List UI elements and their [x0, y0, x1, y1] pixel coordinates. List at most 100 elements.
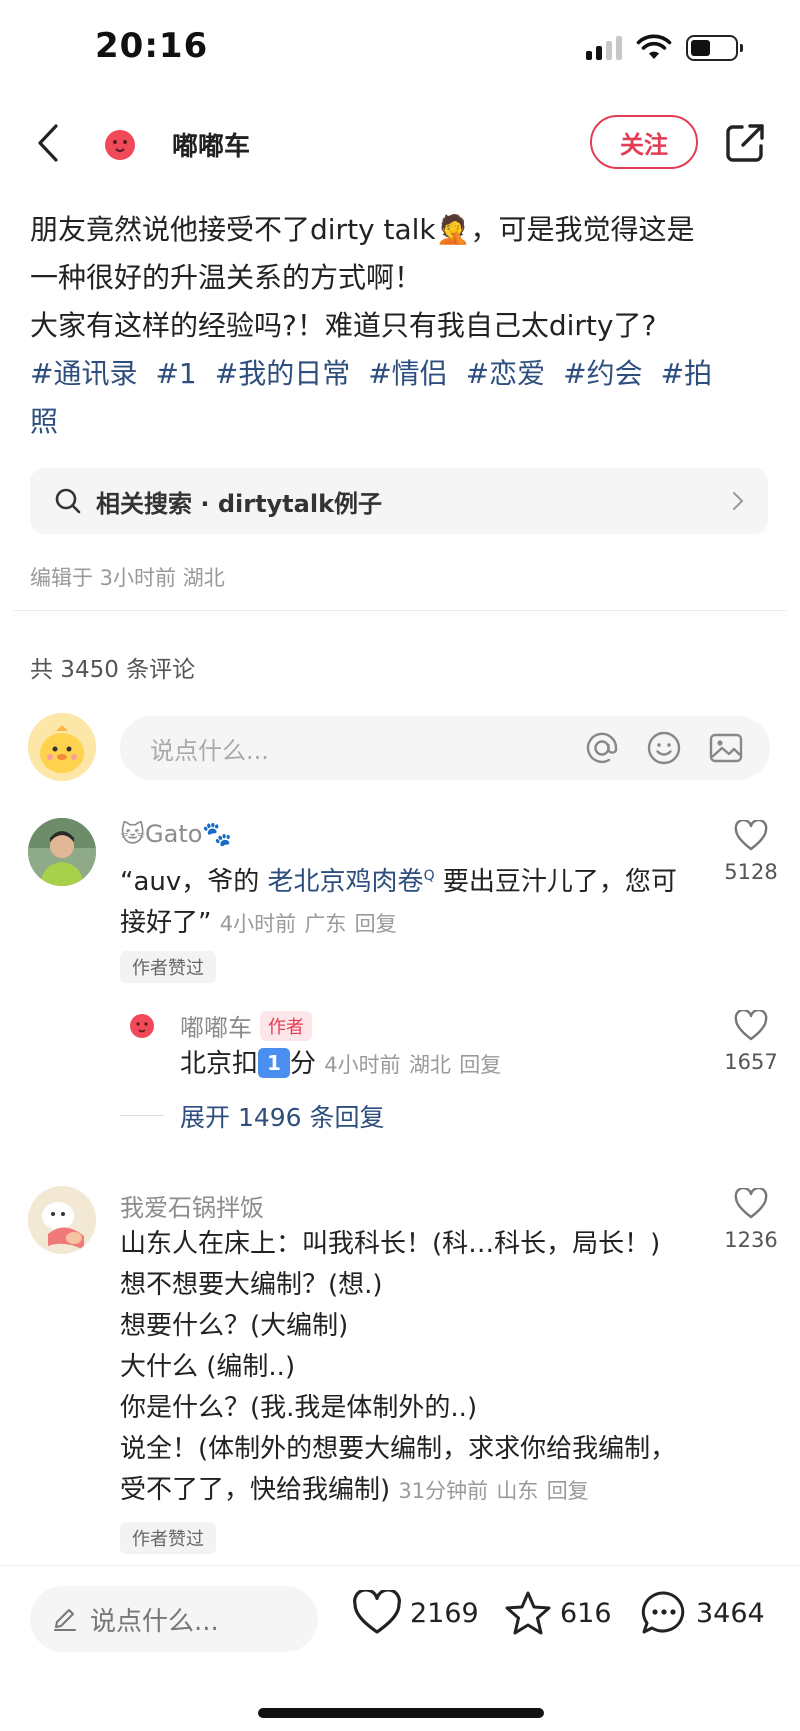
comment-text-part: 要出豆汁儿了，您可 [434, 867, 677, 897]
wifi-icon [636, 34, 672, 59]
comment-line: 大什么 (编制..) [120, 1352, 296, 1382]
reply-button[interactable]: 回复 [355, 912, 397, 936]
comment-location: 广东 [304, 912, 347, 936]
comment-line-last: 受不了了，快给我编制) 31分钟前 山东 回复 [120, 1470, 700, 1512]
comment-line: 说全！(体制外的想要大编制，求求你给我编制， [120, 1434, 677, 1464]
comment-like-button[interactable]: 5128 [716, 818, 786, 884]
dog-avatar-icon [28, 1186, 96, 1254]
reply-avatar[interactable] [122, 1005, 162, 1045]
author-liked-chip: 作者赞过 [120, 951, 216, 983]
number-badge: 1 [258, 1048, 291, 1078]
hashtag-link[interactable]: #恋爱 [466, 357, 545, 390]
favorite-count: 616 [560, 1597, 612, 1629]
chick-avatar-icon [28, 713, 96, 781]
comment-line: 想不想要大编制？(想.) [120, 1270, 383, 1300]
comment-total: 3464 [696, 1597, 765, 1629]
comment-line: 想要什么？(大编制) [120, 1311, 349, 1341]
hashtag-link[interactable]: #拍 [661, 357, 712, 390]
reply-author-name[interactable]: 嘟嘟车 [180, 1014, 252, 1042]
post-text-line: 大家有这样的经验吗?！难道只有我自己太dirty了? [30, 309, 657, 342]
pencil-icon [54, 1609, 76, 1631]
author-avatar[interactable] [100, 124, 140, 164]
reply-time: 4小时前 [324, 1053, 401, 1077]
commenter-avatar[interactable] [28, 818, 96, 886]
comment-count: 共 3450 条评论 [30, 657, 196, 683]
image-icon[interactable] [706, 728, 746, 768]
comment-input[interactable]: 说点什么... [120, 716, 770, 780]
comment-like-count: 5128 [724, 860, 778, 884]
battery-icon [686, 35, 743, 61]
comment-text-part: 接好了” [120, 908, 212, 938]
reply-text-part: 分 [290, 1049, 317, 1079]
hashtag-link[interactable]: #约会 [563, 357, 642, 390]
comment-input-tools [582, 728, 746, 768]
status-icons [586, 34, 743, 62]
comment-like-button[interactable]: 1236 [716, 1186, 786, 1252]
chat-bubble-icon [641, 1591, 685, 1634]
hashtag-link-wrap[interactable]: 照 [30, 405, 58, 438]
comment-text: 山东人在床上：叫我科长！(科…科长，局长！) 想不想要大编制？(想.) 想要什么… [120, 1224, 700, 1512]
edit-meta: 编辑于 3小时前 湖北 [30, 566, 225, 590]
reply-like-button[interactable]: 1657 [716, 1008, 786, 1074]
reply-text-part: 北京扣 [180, 1049, 259, 1079]
like-count: 2169 [410, 1597, 479, 1629]
expand-replies-button[interactable]: 展开 1496 条回复 [180, 1098, 385, 1134]
comment-link[interactable]: 老北京鸡肉卷 [268, 867, 424, 897]
heart-icon [353, 1590, 401, 1634]
author-name[interactable]: 嘟嘟车 [172, 126, 250, 163]
chevron-left-icon [38, 124, 58, 162]
post-body: 朋友竟然说他接受不了dirty talk🤦，可是我觉得这是 一种很好的升温关系的… [30, 206, 770, 446]
chevron-right-icon [733, 492, 744, 510]
reply-like-count: 1657 [724, 1050, 778, 1074]
hashtag-link[interactable]: #1 [155, 357, 196, 390]
star-icon [505, 1591, 551, 1635]
commenter-name[interactable]: 🐱Gato🐾 [120, 820, 232, 848]
comment-location: 山东 [496, 1479, 539, 1503]
avatar-face-icon [130, 1014, 154, 1038]
search-icon [55, 488, 81, 514]
reply-button[interactable]: 回复 [459, 1053, 501, 1077]
like-button[interactable]: 2169 [352, 1590, 479, 1636]
person-photo-icon [28, 818, 96, 886]
avatar-face-icon [105, 130, 135, 160]
expand-divider [120, 1115, 164, 1116]
commenter-name[interactable]: 我爱石锅拌饭 [120, 1188, 264, 1223]
author-liked-chip: 作者赞过 [120, 1522, 216, 1554]
commenter-avatar[interactable] [28, 1186, 96, 1254]
status-bar: 20:16 [0, 0, 800, 96]
comment-text: “auv，爷的 老北京鸡肉卷Q 要出豆汁儿了，您可 接好了” 4小时前 广东 回… [120, 856, 680, 945]
post-header: 嘟嘟车 关注 [0, 110, 800, 176]
back-button[interactable] [28, 116, 68, 170]
reply-location: 湖北 [408, 1053, 451, 1077]
hashtag-link[interactable]: #我的日常 [215, 357, 350, 390]
search-link-icon: Q [423, 868, 435, 884]
comment-button[interactable]: 3464 [640, 1590, 765, 1636]
favorite-button[interactable]: 616 [504, 1590, 612, 1636]
author-tag-badge: 作者 [260, 1011, 312, 1041]
comment-text-part: “auv，爷的 [120, 867, 268, 897]
reply-author: 嘟嘟车 作者 [180, 1008, 312, 1043]
hashtag-list: #通讯录 #1 #我的日常 #情侣 #恋爱 #约会 #拍 照 [30, 350, 770, 446]
emoji-icon[interactable] [644, 728, 684, 768]
reply-text: 北京扣 1 分 4小时前 湖北 回复 [180, 1044, 680, 1086]
signal-icon [586, 36, 622, 60]
post-text-line: 朋友竟然说他接受不了dirty talk🤦，可是我觉得这是 [30, 213, 695, 246]
hashtag-link[interactable]: #情侣 [368, 357, 447, 390]
bottom-action-bar: 说点什么... 2169 616 3464 [0, 1565, 800, 1675]
home-indicator [258, 1708, 544, 1718]
follow-button[interactable]: 关注 [590, 115, 698, 169]
hashtag-link[interactable]: #通讯录 [30, 357, 137, 390]
heart-icon [734, 818, 768, 851]
status-time: 20:16 [95, 26, 209, 66]
reply-button[interactable]: 回复 [547, 1479, 589, 1503]
heart-icon [734, 1186, 768, 1219]
comment-time: 31分钟前 [398, 1479, 489, 1503]
heart-icon [734, 1008, 768, 1041]
related-search-bar[interactable]: 相关搜索 · dirtytalk例子 [30, 468, 768, 534]
divider [14, 610, 786, 611]
bottom-comment-input[interactable]: 说点什么... [30, 1586, 318, 1652]
at-mention-icon[interactable] [582, 728, 622, 768]
my-avatar [28, 713, 96, 781]
share-button[interactable] [724, 122, 766, 164]
related-search-label: 相关搜索 · dirtytalk例子 [96, 489, 383, 518]
